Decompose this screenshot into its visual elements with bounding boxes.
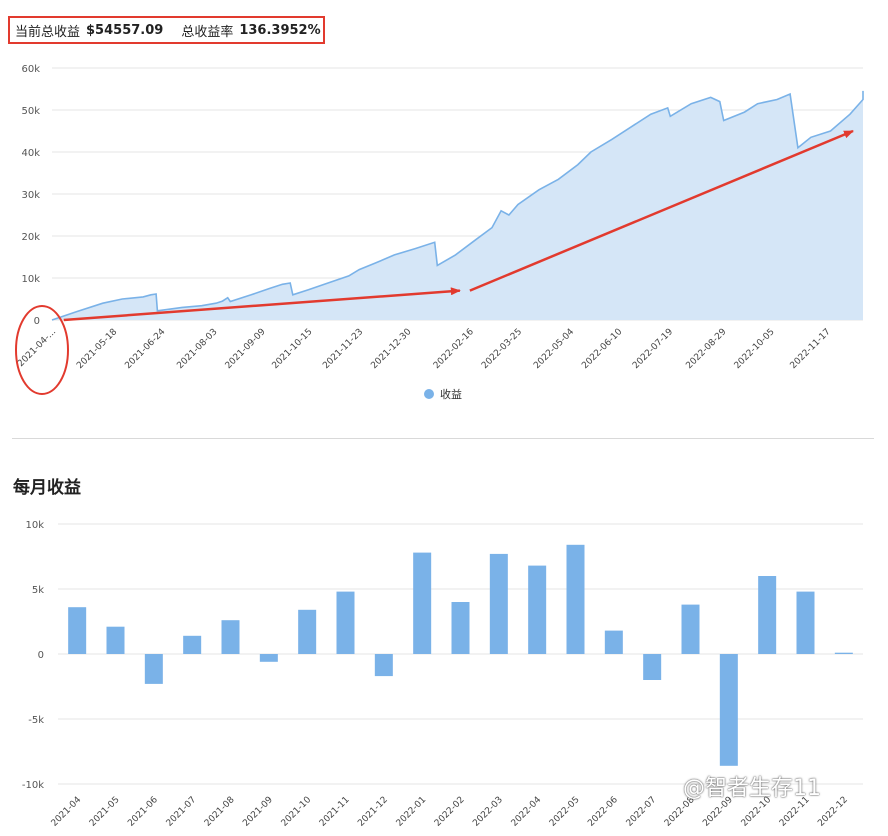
y-tick-label: 40k <box>21 148 40 159</box>
bar-2022-03[interactable] <box>489 553 508 654</box>
bar-2021-04[interactable] <box>68 607 87 654</box>
watermark: @智者生存11 <box>683 776 821 801</box>
y-tick-label: 10k <box>21 274 40 285</box>
x-tick-label: 2022-07-19 <box>631 327 675 371</box>
profit-rate-value: 136.3952% <box>239 22 321 38</box>
y-tick-label: 50k <box>21 106 40 117</box>
legend-marker-icon <box>424 389 434 399</box>
x-tick-label: 2021-09 <box>241 795 275 829</box>
x-tick-label: 2022-11-17 <box>789 327 833 371</box>
bar-2022-08[interactable] <box>681 604 700 654</box>
y-tick-label: 0 <box>38 650 44 661</box>
x-tick-label: 2021-04-... <box>16 327 58 369</box>
x-tick-label: 2021-10-15 <box>271 327 315 371</box>
x-tick-label: 2021-08-03 <box>175 327 219 371</box>
y-tick-label: 60k <box>21 64 40 75</box>
x-tick-label: 2022-08-29 <box>684 327 728 371</box>
y-tick-label: 20k <box>21 232 40 243</box>
bar-2021-05[interactable] <box>106 626 125 654</box>
bar-2022-01[interactable] <box>413 552 432 654</box>
x-tick-label: 2021-04 <box>50 795 84 829</box>
bar-2022-04[interactable] <box>528 565 547 654</box>
total-profit-value: $54557.09 <box>86 22 164 38</box>
x-tick-label: 2021-10 <box>280 795 314 829</box>
bar-2022-07[interactable] <box>643 654 662 680</box>
y-tick-label: -10k <box>22 780 44 791</box>
bar-2022-09[interactable] <box>719 654 738 766</box>
y-tick-label: 0 <box>34 316 40 327</box>
x-tick-label: 2021-09-09 <box>224 327 268 371</box>
bar-2021-06[interactable] <box>144 654 163 684</box>
x-tick-label: 2021-06-24 <box>123 327 167 371</box>
bar-2021-08[interactable] <box>221 620 240 654</box>
bar-2022-10[interactable] <box>758 576 777 654</box>
x-tick-label: 2022-03 <box>471 795 505 829</box>
bar-2021-12[interactable] <box>374 654 393 677</box>
x-tick-label: 2022-03-25 <box>480 327 524 371</box>
x-tick-label: 2022-05-04 <box>532 327 576 371</box>
x-tick-label: 2022-12 <box>816 795 850 829</box>
x-tick-label: 2021-07 <box>165 795 199 829</box>
x-tick-label: 2022-06 <box>586 795 620 829</box>
bar-2021-09[interactable] <box>259 654 278 662</box>
x-tick-label: 2021-12-30 <box>369 327 413 371</box>
bar-2022-06[interactable] <box>604 630 623 654</box>
bar-2022-02[interactable] <box>451 602 470 654</box>
x-tick-label: 2022-10-05 <box>733 327 777 371</box>
x-tick-label: 2022-04 <box>510 795 544 829</box>
total-profit-label: 当前总收益 <box>15 24 81 40</box>
bar-2021-11[interactable] <box>336 591 355 654</box>
profit-rate-label: 总收益率 <box>181 24 234 40</box>
bar-2022-12[interactable] <box>834 652 853 654</box>
x-tick-label: 2022-01 <box>395 795 429 829</box>
legend-label: 收益 <box>440 387 462 401</box>
x-tick-label: 2022-07 <box>625 795 659 829</box>
bar-2021-10[interactable] <box>298 609 317 654</box>
legend[interactable]: 收益 <box>424 387 462 401</box>
bar-2022-05[interactable] <box>566 544 585 654</box>
x-tick-label: 2022-02 <box>433 795 467 829</box>
x-tick-label: 2021-05-18 <box>75 327 119 371</box>
x-tick-label: 2021-08 <box>203 795 237 829</box>
y-tick-label: 30k <box>21 190 40 201</box>
x-tick-label: 2021-05 <box>88 795 122 829</box>
x-tick-label: 2022-06-10 <box>580 327 624 371</box>
y-tick-label: 10k <box>25 520 44 531</box>
x-tick-label: 2022-05 <box>548 795 582 829</box>
profit-area <box>52 90 863 321</box>
bar-2021-07[interactable] <box>183 635 202 654</box>
x-tick-label: 2021-06 <box>126 795 160 829</box>
y-tick-label: -5k <box>28 715 44 726</box>
x-tick-label: 2021-11-23 <box>321 327 365 371</box>
bar-2022-11[interactable] <box>796 591 815 654</box>
x-tick-label: 2021-11 <box>318 795 352 829</box>
cumulative-profit-chart: 0 10k 20k 30k 40k 50k 60k 2021-04-... 2021-05-1… <box>15 64 864 401</box>
x-tick-label: 2022-02-16 <box>432 327 476 371</box>
x-tick-label: 2021-12 <box>356 795 390 829</box>
monthly-title: 每月收益 <box>13 478 81 498</box>
section-divider <box>12 438 874 439</box>
y-tick-label: 5k <box>32 585 44 596</box>
